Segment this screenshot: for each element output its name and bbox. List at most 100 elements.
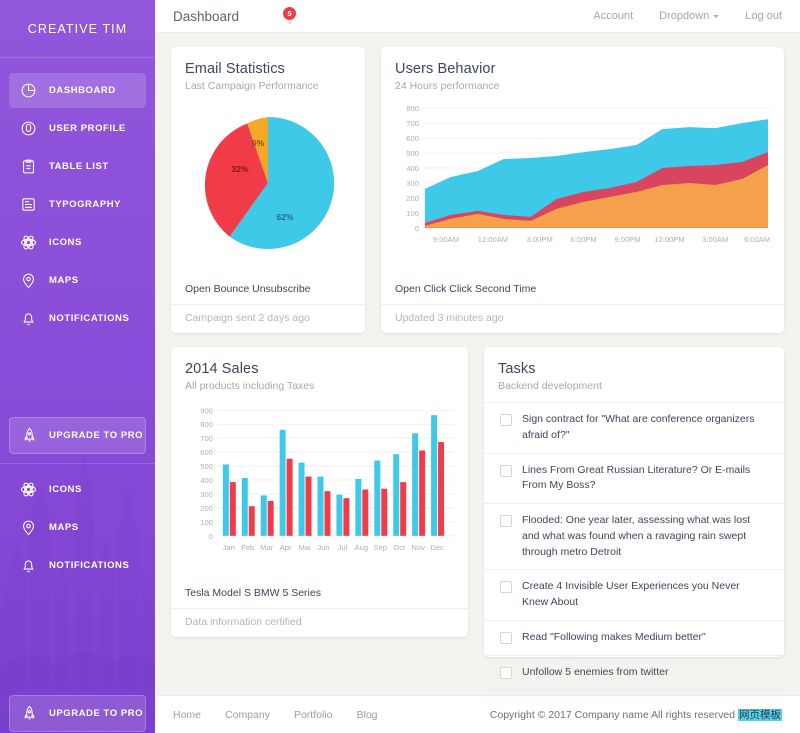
task-label: Flooded: One year later, assessing what … <box>522 514 751 558</box>
svg-text:200: 200 <box>406 194 419 203</box>
svg-text:12:00PM: 12:00PM <box>654 235 684 244</box>
atom-icon <box>20 481 37 498</box>
svg-text:Oct: Oct <box>393 543 406 552</box>
topbar-link-account[interactable]: Account <box>593 10 633 22</box>
card-body: 900 800 700 600 500 400 300 200 100 0 Ja… <box>171 392 468 579</box>
sidebar-item-maps-secondary[interactable]: MAPS <box>9 510 146 545</box>
task-checkbox[interactable] <box>500 414 512 426</box>
card-footer: Data information certified <box>185 616 302 628</box>
svg-text:Mai: Mai <box>298 543 311 552</box>
card-header: Email Statistics Last Campaign Performan… <box>171 47 365 92</box>
svg-text:9:00AM: 9:00AM <box>433 235 459 244</box>
upgrade-to-pro-button-top[interactable]: UPGRADE TO PRO <box>9 417 146 454</box>
card-footer: Updated 3 minutes ago <box>395 312 504 324</box>
svg-text:Dec: Dec <box>430 543 444 552</box>
topbar-link-logout[interactable]: Log out <box>745 10 782 22</box>
task-row[interactable]: Read "Following makes Medium better" <box>484 621 784 656</box>
sidebar-item-label: ICONS <box>49 484 82 495</box>
svg-text:0: 0 <box>415 224 419 233</box>
document-icon <box>20 196 37 213</box>
task-checkbox[interactable] <box>500 464 512 477</box>
user-icon <box>20 120 37 137</box>
sidebar-item-typography[interactable]: TYPOGRAPHY <box>9 187 146 222</box>
task-checkbox[interactable] <box>500 581 512 594</box>
svg-text:Apr: Apr <box>280 543 292 552</box>
sidebar-item-label: NOTIFICATIONS <box>49 560 130 571</box>
task-row[interactable]: Create 4 Invisible User Experiences you … <box>484 570 784 621</box>
card-email-statistics: Email Statistics Last Campaign Performan… <box>171 47 365 333</box>
upgrade-to-pro-button-bottom[interactable]: UPGRADE TO PRO <box>9 695 146 732</box>
footer-copyright: Copyright © 2017 Company name All rights… <box>490 707 782 722</box>
task-checkbox[interactable] <box>500 666 512 679</box>
dashboard-app: CREATIVE TIM DASHBOARD USER PROFILE TABL… <box>0 0 800 733</box>
sidebar-item-maps[interactable]: MAPS <box>9 263 146 298</box>
card-footer: Campaign sent 2 days ago <box>185 312 310 324</box>
footer-link-portfolio[interactable]: Portfolio <box>294 709 333 721</box>
svg-text:Nov: Nov <box>411 543 425 552</box>
task-checkbox[interactable] <box>500 631 512 644</box>
area-chart[interactable]: 800 700 600 500 400 300 200 100 0 9:00AM… <box>393 98 772 258</box>
sidebar-item-icons[interactable]: ICONS <box>9 225 146 260</box>
card-2014-sales: 2014 Sales All products including Taxes <box>171 347 468 637</box>
svg-text:Jun: Jun <box>317 543 329 552</box>
sidebar-item-label: MAPS <box>49 522 79 533</box>
footer-link-home[interactable]: Home <box>173 709 201 721</box>
svg-text:200: 200 <box>200 504 213 513</box>
task-label: Create 4 Invisible User Experiences you … <box>522 580 740 608</box>
sidebar-item-icons-secondary[interactable]: ICONS <box>9 472 146 507</box>
svg-text:700: 700 <box>200 434 213 443</box>
rocket-icon <box>21 427 38 444</box>
svg-text:100: 100 <box>406 209 419 218</box>
task-row[interactable]: Lines From Great Russian Literature? Or … <box>484 454 784 504</box>
upgrade-label: UPGRADE TO PRO <box>49 430 144 441</box>
footer-watermark[interactable]: 网页模板 <box>738 709 782 721</box>
card-users-behavior: Users Behavior 24 Hours performance 800 … <box>381 47 784 333</box>
y-axis-labels: 900 800 700 600 500 400 300 200 100 0 <box>200 406 213 541</box>
sidebar-divider <box>0 463 155 464</box>
sidebar-item-notifications[interactable]: NOTIFICATIONS <box>9 301 146 336</box>
sidebar-item-table-list[interactable]: TABLE LIST <box>9 149 146 184</box>
svg-text:Feb: Feb <box>241 543 254 552</box>
sidebar-item-label: TABLE LIST <box>49 161 109 172</box>
card-header: 2014 Sales All products including Taxes <box>171 347 468 392</box>
card-title: Tasks <box>498 361 536 377</box>
bell-icon <box>20 310 37 327</box>
sidebar-item-label: NOTIFICATIONS <box>49 313 130 324</box>
svg-text:300: 300 <box>406 179 419 188</box>
sidebar-item-user-profile[interactable]: USER PROFILE <box>9 111 146 146</box>
svg-text:600: 600 <box>406 134 419 143</box>
footer-link-blog[interactable]: Blog <box>357 709 378 721</box>
sidebar: CREATIVE TIM DASHBOARD USER PROFILE TABL… <box>0 0 155 733</box>
topbar-link-dropdown-label: Dropdown <box>659 10 710 22</box>
card-tasks: Tasks Backend development Sign contract … <box>484 347 784 709</box>
sidebar-nav-secondary: ICONS MAPS NOTIFICATIONS <box>0 455 155 586</box>
footer-link-company[interactable]: Company <box>225 709 270 721</box>
sidebar-item-dashboard[interactable]: DASHBOARD <box>9 73 146 108</box>
task-row[interactable]: Sign contract for "What are conference o… <box>484 403 784 454</box>
row-top: Email Statistics Last Campaign Performan… <box>171 47 784 333</box>
task-row[interactable]: Unfollow 5 enemies from twitter <box>484 656 784 691</box>
sidebar-item-notifications-secondary[interactable]: NOTIFICATIONS <box>9 548 146 583</box>
bar-chart[interactable]: 900 800 700 600 500 400 300 200 100 0 Ja… <box>183 398 456 576</box>
svg-text:6:00PM: 6:00PM <box>571 235 597 244</box>
brand-title[interactable]: CREATIVE TIM <box>0 0 155 58</box>
topbar-link-dropdown[interactable]: Dropdown <box>659 10 720 22</box>
dashboard-content: Email Statistics Last Campaign Performan… <box>155 33 800 709</box>
notifications-button[interactable]: 5 <box>281 6 301 26</box>
footer-copyright-text: Copyright © 2017 Company name All rights… <box>489 709 736 721</box>
atom-icon <box>20 234 37 251</box>
upgrade-label: UPGRADE TO PRO <box>49 708 144 719</box>
clipboard-icon <box>20 158 37 175</box>
task-checkbox[interactable] <box>500 515 512 527</box>
task-row[interactable]: Flooded: One year later, assessing what … <box>484 504 784 571</box>
task-list: Sign contract for "What are conference o… <box>484 402 784 691</box>
svg-text:400: 400 <box>200 476 213 485</box>
svg-text:700: 700 <box>406 119 419 128</box>
card-legend: Open Click Click Second Time <box>381 275 784 305</box>
sidebar-item-label: USER PROFILE <box>49 123 126 134</box>
pie-label-bounce: 32% <box>231 164 248 174</box>
pie-chart[interactable]: 62% 32% 6% <box>197 112 339 254</box>
task-label: Sign contract for "What are conference o… <box>522 413 755 441</box>
pie-label-open: 62% <box>276 212 293 222</box>
svg-text:Jan: Jan <box>223 543 235 552</box>
